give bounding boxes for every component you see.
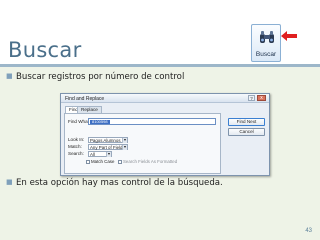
- find-next-button[interactable]: Find Next: [228, 118, 265, 126]
- match-case-checkbox[interactable]: Match Case: [86, 159, 114, 164]
- match-value: Any Part of Field: [90, 145, 123, 150]
- search-value: All: [90, 152, 95, 157]
- bullet-marker-icon: ■: [6, 72, 13, 80]
- search-formatted-checkbox[interactable]: Search Fields As Formatted: [118, 159, 177, 164]
- dialog-title: Find and Replace: [65, 96, 105, 102]
- find-what-label: Find What:: [68, 119, 91, 124]
- bullet-2-text: En esta opción hay mas control de la bús…: [16, 178, 223, 188]
- ribbon-find-label: Buscar: [255, 51, 277, 58]
- find-what-value: 8100598: [90, 119, 110, 124]
- checkbox-icon: [86, 160, 90, 164]
- find-replace-dialog: Find and Replace ? x Find Replace Find W…: [60, 93, 270, 176]
- help-button[interactable]: ?: [248, 95, 255, 101]
- search-formatted-label: Search Fields As Formatted: [123, 159, 178, 164]
- binoculars-icon: [260, 31, 274, 43]
- tab-replace[interactable]: Replace: [77, 106, 102, 113]
- red-arrow-icon: [281, 31, 297, 41]
- chevron-down-icon: ▼: [106, 152, 111, 157]
- chevron-down-icon: ▼: [122, 138, 127, 143]
- match-label: Match:: [68, 144, 82, 149]
- bullet-2: ■ En esta opción hay mas control de la bú…: [6, 178, 223, 188]
- chevron-down-icon: ▼: [122, 145, 127, 150]
- bullet-1: ■ Buscar registros por número de control: [6, 72, 184, 82]
- cancel-button[interactable]: Cancel: [228, 128, 265, 136]
- dialog-titlebar: Find and Replace ? x: [61, 94, 269, 103]
- match-select[interactable]: Any Part of Field ▼: [88, 144, 128, 150]
- slide-title: Buscar: [8, 38, 82, 62]
- close-button[interactable]: x: [257, 95, 266, 101]
- look-in-select[interactable]: Pagos Alumnos ▼: [88, 137, 128, 143]
- search-direction-select[interactable]: All ▼: [88, 151, 112, 157]
- look-in-value: Pagos Alumnos: [90, 138, 121, 143]
- look-in-label: Look In:: [68, 137, 85, 142]
- page-number: 43: [305, 228, 312, 234]
- ribbon-find-button[interactable]: Buscar: [251, 24, 281, 62]
- find-what-input[interactable]: 8100598: [88, 118, 216, 125]
- bullet-1-text: Buscar registros por número de control: [16, 72, 185, 82]
- bullet-marker-icon: ■: [6, 178, 13, 186]
- checkbox-icon: [118, 160, 122, 164]
- slide: Buscar Buscar ■ Buscar registros por núme…: [0, 0, 320, 240]
- search-label: Search:: [68, 151, 84, 156]
- match-case-label: Match Case: [91, 159, 115, 164]
